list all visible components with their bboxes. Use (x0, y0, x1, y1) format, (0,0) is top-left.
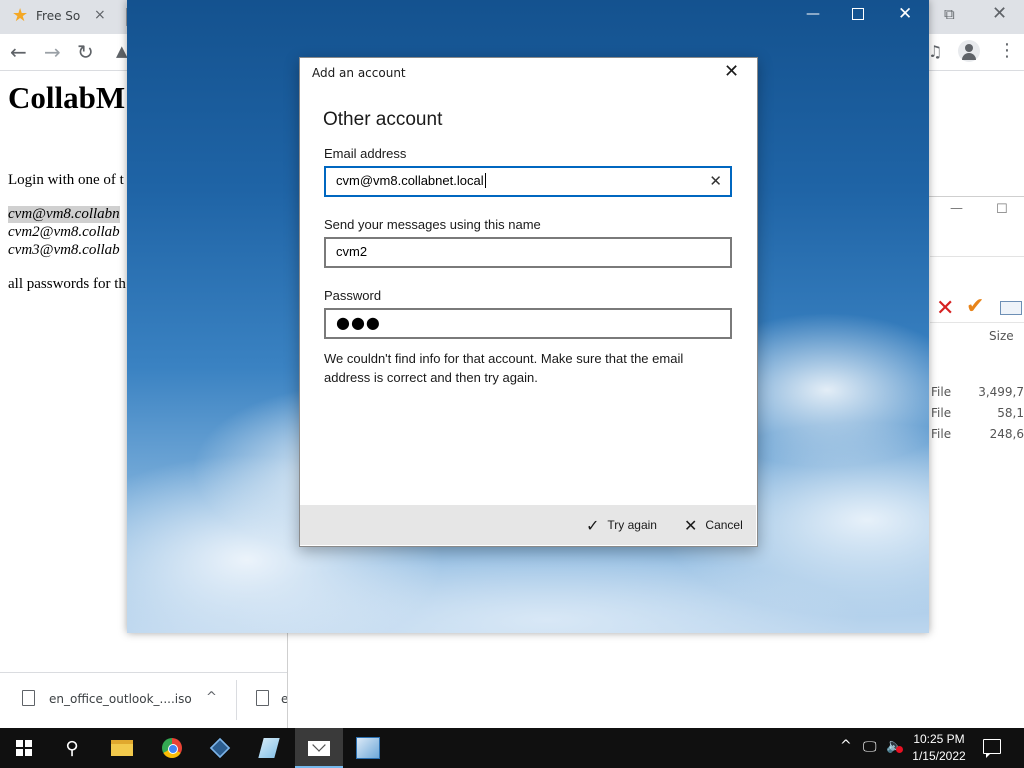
kebab-menu-icon[interactable]: ⋮ (998, 40, 1016, 61)
muted-badge-icon (896, 746, 903, 753)
column-header-divider (930, 322, 1024, 323)
close-icon: ✕ (684, 515, 698, 535)
checkmark-icon: ✓ (586, 515, 600, 535)
email-field[interactable]: cvm@vm8.collabnet.local ✕ (324, 166, 732, 197)
page-heading: CollabM (8, 80, 126, 115)
password-label: Password (324, 288, 382, 303)
account-line: cvm@vm8.collabn (8, 206, 120, 223)
try-again-button[interactable]: ✓ Try again (586, 514, 657, 536)
virtualbox-icon (209, 737, 231, 759)
download-separator (236, 680, 237, 720)
media-control-icon[interactable]: ♫ (928, 42, 942, 61)
taskbar-notepad[interactable] (245, 728, 293, 768)
file-icon (22, 690, 35, 706)
file-icon (256, 690, 269, 706)
row-size: 248,6 (989, 427, 1024, 441)
taskbar-chrome[interactable] (148, 728, 196, 768)
profile-avatar-icon[interactable] (958, 40, 980, 62)
password-field[interactable]: ●●● (324, 308, 732, 339)
cancel-label: Cancel (705, 518, 743, 532)
display-name-label: Send your messages using this name (324, 217, 541, 232)
back-arrow-icon[interactable]: ← (10, 40, 27, 64)
row-size: 3,499,7 (978, 385, 1024, 399)
forward-arrow-icon[interactable]: → (44, 40, 61, 64)
page-note: all passwords for th (8, 276, 126, 292)
cancel-button[interactable]: ✕ Cancel (684, 514, 743, 536)
minimize-icon[interactable]: — (806, 6, 820, 22)
text-caret (484, 173, 486, 188)
account-line: cvm3@vm8.collab (8, 242, 120, 258)
delete-icon[interactable]: ✕ (936, 296, 954, 321)
notepad-icon (258, 738, 280, 758)
size-column-header[interactable]: Size (989, 329, 1014, 343)
star-icon: ★ (12, 5, 29, 26)
close-icon[interactable]: ✕ (724, 62, 739, 82)
password-mask: ●●● (336, 313, 381, 332)
display-name-value: cvm2 (336, 244, 368, 259)
start-button[interactable] (0, 728, 48, 768)
maximize-icon[interactable]: ☐ (996, 202, 1008, 217)
close-icon[interactable]: ✕ (992, 3, 1007, 24)
clear-icon[interactable]: ✕ (709, 172, 722, 190)
taskbar-virtualbox[interactable] (196, 728, 244, 768)
restore-icon[interactable]: ⧉ (944, 5, 955, 23)
row-size: 58,1 (997, 406, 1024, 420)
display-name-field[interactable]: cvm2 (324, 237, 732, 268)
email-label: Email address (324, 146, 407, 161)
row-type: File (931, 427, 952, 441)
search-icon: ⚲ (65, 737, 79, 759)
windows-logo-icon (16, 740, 32, 756)
envelope-icon[interactable] (1000, 301, 1022, 315)
row-type: File (931, 385, 952, 399)
chrome-icon (162, 738, 182, 758)
error-message: We couldn't find info for that account. … (324, 351, 684, 385)
notifications-icon[interactable] (983, 739, 1001, 758)
download-item-name[interactable]: en_office_outlook_....iso (49, 692, 192, 706)
tab-close-icon[interactable]: × (94, 7, 106, 23)
dialog-title: Add an account (312, 66, 406, 80)
vista-app-icon (356, 737, 380, 759)
search-button[interactable]: ⚲ (48, 728, 96, 768)
clock-date[interactable]: 1/15/2022 (908, 749, 970, 763)
taskbar-vista-app[interactable] (344, 728, 392, 768)
network-icon[interactable]: 🖵 (863, 739, 877, 755)
taskbar-file-explorer[interactable] (98, 728, 146, 768)
dialog-heading: Other account (323, 109, 443, 130)
minimize-icon[interactable]: — (950, 201, 963, 216)
folder-icon (111, 740, 133, 756)
page-intro: Login with one of t (8, 172, 124, 188)
reload-icon[interactable]: ↻ (77, 40, 94, 64)
try-again-label: Try again (607, 518, 657, 532)
chevron-up-icon[interactable]: ^ (206, 690, 217, 705)
chevron-up-icon[interactable]: ^ (840, 738, 852, 754)
email-value: cvm@vm8.collabnet.local (336, 173, 484, 188)
maximize-icon[interactable] (852, 8, 864, 20)
row-type: File (931, 406, 952, 420)
checkmark-icon[interactable]: ✔ (966, 294, 984, 319)
warning-icon[interactable]: ▲ (116, 42, 128, 60)
account-line: cvm2@vm8.collab (8, 224, 120, 240)
clock-time[interactable]: 10:25 PM (913, 732, 965, 746)
taskbar-mail[interactable] (295, 728, 343, 768)
close-icon[interactable]: ✕ (898, 4, 912, 24)
mail-icon (308, 740, 330, 756)
ribbon-divider (930, 256, 1024, 257)
tab-title[interactable]: Free Sol (36, 9, 80, 23)
